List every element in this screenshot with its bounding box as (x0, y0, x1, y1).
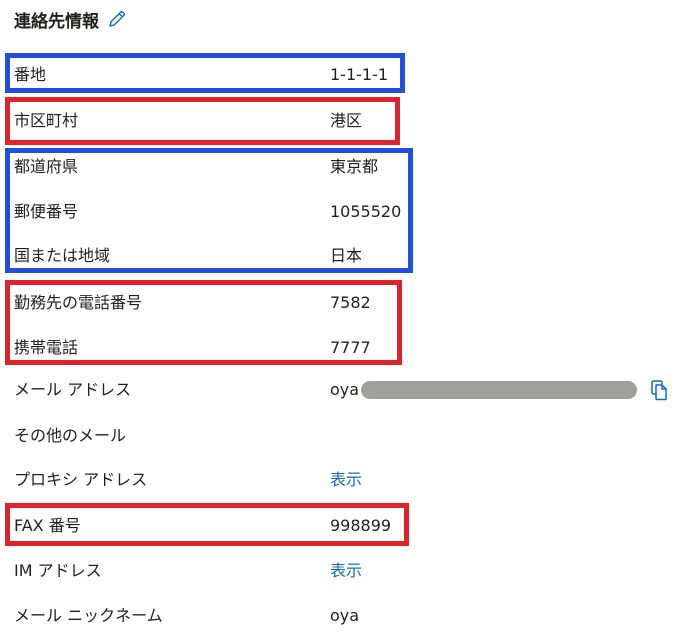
field-label: 携帯電話 (14, 338, 79, 357)
field-value: 1-1-1-1 (330, 65, 389, 84)
field-label: 国または地域 (14, 246, 111, 265)
field-row-postal-code: 郵便番号 1055520 (14, 199, 654, 225)
field-row-email: メール アドレス oya (14, 377, 667, 403)
field-row-prefecture: 都道府県 東京都 (14, 154, 654, 180)
copy-icon[interactable] (648, 379, 670, 401)
field-value: 1055520 (330, 202, 402, 221)
field-row-country: 国または地域 日本 (14, 243, 654, 269)
field-label: FAX 番号 (14, 516, 81, 535)
email-prefix: oya (330, 380, 360, 399)
field-row-mail-nickname: メール ニックネーム oya (14, 603, 654, 629)
field-row-city: 市区町村 港区 (14, 108, 654, 134)
field-label: その他のメール (14, 426, 127, 445)
pencil-icon[interactable] (107, 9, 127, 29)
show-im-address-link[interactable]: 表示 (330, 558, 362, 584)
field-label: 都道府県 (14, 157, 79, 176)
field-label: 市区町村 (14, 111, 79, 130)
field-value: 日本 (330, 246, 363, 265)
field-row-office-phone: 勤務先の電話番号 7582 (14, 290, 654, 316)
field-value: 998899 (330, 516, 392, 535)
field-label: 郵便番号 (14, 202, 79, 221)
redacted-bar (361, 381, 638, 399)
field-label: メール アドレス (14, 380, 132, 399)
field-row-proxy-address: プロキシ アドレス 表示 (14, 467, 654, 493)
email-value: oya (330, 377, 638, 403)
section-header: 連絡先情報 (14, 6, 127, 32)
field-row-im-address: IM アドレス 表示 (14, 558, 654, 584)
field-row-street: 番地 1-1-1-1 (14, 62, 654, 88)
field-row-other-email: その他のメール (14, 423, 654, 449)
show-proxy-address-link[interactable]: 表示 (330, 467, 362, 493)
field-label: 勤務先の電話番号 (14, 293, 143, 312)
field-value: 7582 (330, 293, 371, 312)
field-value: oya (330, 606, 360, 625)
section-title: 連絡先情報 (14, 11, 99, 32)
field-label: IM アドレス (14, 561, 102, 580)
field-row-mobile-phone: 携帯電話 7777 (14, 335, 654, 361)
field-value: 7777 (330, 338, 371, 357)
field-row-fax: FAX 番号 998899 (14, 513, 654, 539)
field-label: メール ニックネーム (14, 606, 163, 625)
field-value: 港区 (330, 111, 363, 130)
field-label: プロキシ アドレス (14, 470, 148, 489)
field-value: 東京都 (330, 157, 379, 176)
field-label: 番地 (14, 65, 47, 84)
